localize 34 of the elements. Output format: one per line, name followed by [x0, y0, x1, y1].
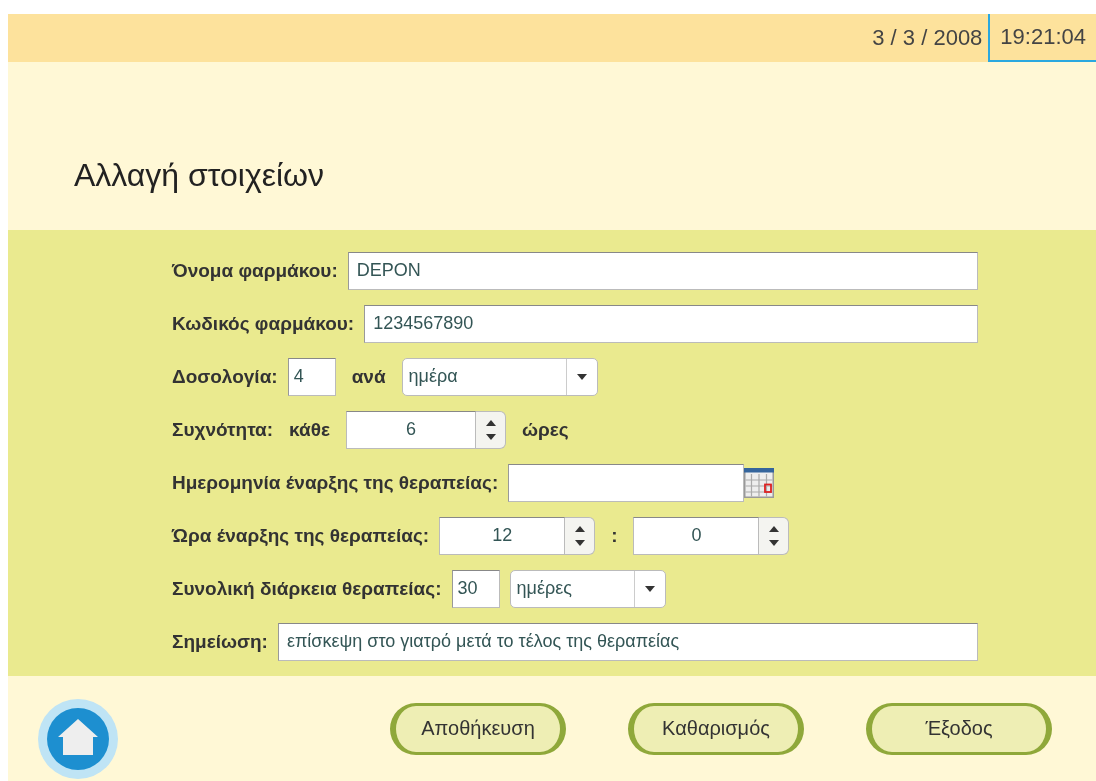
up-arrow-icon[interactable]	[574, 525, 585, 532]
action-button[interactable]: Έξοδος	[866, 702, 1052, 755]
field-label: Όνομα φαρμάκου:	[172, 259, 338, 282]
input-field[interactable]: 1234567890	[364, 304, 978, 343]
field-label: Συχνότητα:	[172, 418, 274, 441]
field-label: Σημείωση:	[172, 630, 268, 653]
dropdown[interactable]: ημέρες	[509, 569, 666, 608]
field-text: ανά	[351, 365, 386, 388]
field-label: Συνολική διάρκεια θεραπείας:	[172, 577, 442, 600]
dropdown-arrow-icon[interactable]	[576, 373, 587, 380]
home-icon[interactable]	[38, 698, 118, 779]
field-text: κάθε	[289, 418, 331, 441]
field-text: ώρες	[522, 418, 569, 441]
input-field[interactable]: επίσκεψη στο γιατρό μετά το τέλος της θεραπείας	[277, 622, 978, 661]
action-button[interactable]: Καθαρισμός	[628, 702, 804, 755]
input-field[interactable]: 4	[287, 357, 336, 396]
up-arrow-icon[interactable]	[485, 419, 496, 426]
action-button[interactable]: Αποθήκευση	[390, 702, 566, 755]
input-field[interactable]: 30	[451, 569, 500, 608]
down-arrow-icon[interactable]	[485, 433, 496, 440]
dropdown-arrow-icon[interactable]	[644, 585, 655, 592]
field-text: :	[611, 524, 618, 547]
page-title: Αλλαγή στοιχείων	[74, 157, 325, 194]
field-label: Κωδικός φαρμάκου:	[172, 312, 355, 335]
input-field[interactable]	[508, 463, 745, 502]
down-arrow-icon[interactable]	[768, 539, 779, 546]
input-field[interactable]: DEPON	[347, 251, 978, 290]
date-text: 3 / 3 / 2008	[872, 24, 984, 52]
field-label: Ώρα έναρξης της θεραπείας:	[172, 524, 430, 547]
field-label: Δοσολογία:	[172, 365, 278, 388]
dropdown[interactable]: ημέρα	[401, 357, 598, 396]
up-arrow-icon[interactable]	[768, 525, 779, 532]
field-label: Ημερομηνία έναρξης της θεραπείας:	[172, 471, 499, 494]
down-arrow-icon[interactable]	[574, 539, 585, 546]
